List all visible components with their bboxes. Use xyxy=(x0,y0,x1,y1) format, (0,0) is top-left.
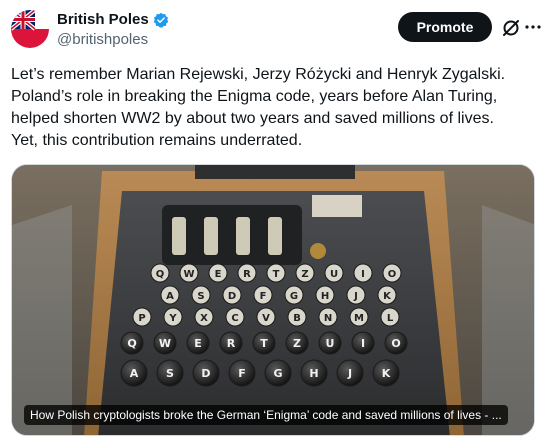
lamp-letter: D xyxy=(228,291,236,302)
key-letter: K xyxy=(382,367,391,380)
key-letter: F xyxy=(238,367,246,380)
grok-icon[interactable] xyxy=(501,18,521,38)
key-letter: T xyxy=(260,337,268,350)
lamp-letter: K xyxy=(383,291,392,302)
tweet-header: British Poles @britishpoles Promote xyxy=(11,10,541,54)
display-name[interactable]: British Poles xyxy=(57,11,149,28)
key-letter: H xyxy=(309,367,318,380)
key-letter: D xyxy=(201,367,210,380)
key-letter: O xyxy=(391,337,400,350)
lamp-letter: T xyxy=(273,269,280,280)
lamp-letter: H xyxy=(321,291,329,302)
lamp-letter: Z xyxy=(301,269,308,280)
promote-button[interactable]: Promote xyxy=(398,12,492,42)
rotor-wheel xyxy=(268,217,282,255)
key-letter: W xyxy=(159,337,171,350)
top-label-plate xyxy=(195,165,355,179)
glass-case-left xyxy=(12,205,72,435)
key-letter: R xyxy=(227,337,236,350)
lamp-letter: Q xyxy=(156,269,165,280)
union-jack-poland-avatar-icon xyxy=(11,10,49,48)
key-letter: E xyxy=(194,337,202,350)
lamp-letter: C xyxy=(231,313,238,324)
lamp-letter: X xyxy=(200,313,208,324)
lamp-letter: E xyxy=(215,269,222,280)
key-letter: Z xyxy=(293,337,301,350)
verified-badge-icon xyxy=(153,12,168,28)
glass-case-right xyxy=(482,205,534,435)
lamp-letter: G xyxy=(290,291,298,302)
name-row: British Poles xyxy=(57,11,169,28)
key-letter: J xyxy=(347,367,352,380)
lamp-letter: U xyxy=(330,269,338,280)
brass-knob xyxy=(310,243,326,259)
key-letter: U xyxy=(326,337,335,350)
user-handle[interactable]: @britishpoles xyxy=(57,31,148,48)
lamp-letter: B xyxy=(293,313,301,324)
lamp-letter: S xyxy=(197,291,204,302)
more-icon[interactable] xyxy=(524,18,542,36)
lamp-letter: R xyxy=(243,269,251,280)
lamp-letter: A xyxy=(166,291,174,302)
tweet-text: Let’s remember Marian Rejewski, Jerzy Ró… xyxy=(11,66,506,149)
lamp-letter: M xyxy=(354,313,364,324)
key-letter: I xyxy=(361,337,365,350)
lamp-letter: L xyxy=(387,313,394,324)
lamp-letter: I xyxy=(361,269,365,280)
instruction-plate xyxy=(312,195,362,217)
enigma-machine-photo: Q W E R T Z U I O A S D F G H J K P Y X C V B N M L Q W E R T Z U I O A S D F G… xyxy=(12,165,534,435)
rotor-wheel xyxy=(236,217,250,255)
key-letter: G xyxy=(273,367,282,380)
media-caption: How Polish cryptologists broke the Germa… xyxy=(24,405,508,425)
lamp-letter: N xyxy=(324,313,332,324)
tweet-media-image[interactable]: Q W E R T Z U I O A S D F G H J K P Y X C V B N M L Q W E R T Z U I O A S D F G… xyxy=(11,164,535,436)
lamp-letter: V xyxy=(262,313,270,324)
lamp-letter: O xyxy=(388,269,397,280)
lamp-letter: J xyxy=(353,291,358,302)
lamp-letter: W xyxy=(183,269,194,280)
avatar[interactable] xyxy=(11,10,49,48)
rotor-wheel xyxy=(172,217,186,255)
key-letter: A xyxy=(130,367,139,380)
key-letter: S xyxy=(166,367,174,380)
lamp-letter: P xyxy=(138,313,145,324)
rotor-wheel xyxy=(204,217,218,255)
lamp-letter: Y xyxy=(168,313,177,324)
key-letter: Q xyxy=(127,337,136,350)
lamp-letter: F xyxy=(260,291,267,302)
